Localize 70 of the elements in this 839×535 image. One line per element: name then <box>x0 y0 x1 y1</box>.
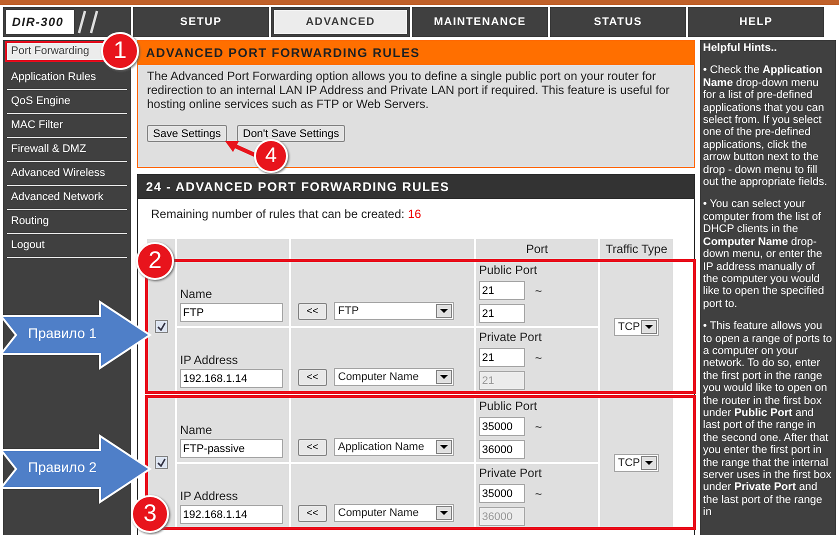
settings-button[interactable]: Don't Save Settings <box>236 125 346 142</box>
caret-icon <box>436 506 452 520</box>
field-label: Name <box>180 287 214 301</box>
text-field[interactable]: FTP-passive <box>180 439 283 458</box>
range-separator: ~ <box>535 486 542 500</box>
caret-icon <box>641 456 657 470</box>
sidebar-item[interactable]: QoS Engine <box>7 90 127 114</box>
column-header: Traffic Type <box>600 239 673 259</box>
hint-text: • You can select your computer from the list of DHCP clients in the Computer Name drop-down menu, or enter the IP address manually of the computer you would like to open the specified port to. <box>703 198 826 310</box>
text-field[interactable]: 21 <box>479 304 525 323</box>
caret-icon <box>436 304 452 318</box>
checkbox[interactable] <box>154 320 168 333</box>
column-header: Port <box>476 239 598 259</box>
range-separator: ~ <box>535 284 542 298</box>
nav-tab[interactable]: ADVANCED <box>271 7 410 37</box>
section-title: ADVANCED PORT FORWARDING RULES <box>137 40 695 64</box>
slashes-icon <box>77 10 99 34</box>
field-label: IP Address <box>180 353 239 367</box>
field-label: Private Port <box>479 330 543 344</box>
caret-icon <box>436 370 452 384</box>
field-label: Public Port <box>479 263 538 277</box>
sidebar-item[interactable]: Firewall & DMZ <box>7 138 127 162</box>
nav-tab[interactable]: MAINTENANCE <box>412 7 548 37</box>
nav-tab[interactable]: SETUP <box>133 7 269 37</box>
text-field[interactable]: 192.168.1.14 <box>180 505 283 524</box>
dropdown[interactable]: TCP <box>614 454 659 472</box>
text-field[interactable]: 35000 <box>479 417 525 436</box>
dropdown[interactable]: FTP <box>334 302 454 320</box>
dropdown[interactable]: Application Name <box>334 438 454 456</box>
nav-tab[interactable]: HELP <box>688 7 824 37</box>
sidebar-item[interactable]: Advanced Network <box>7 186 127 210</box>
sidebar-item[interactable]: MAC Filter <box>7 114 127 138</box>
copy-button[interactable]: << <box>298 303 327 320</box>
field-label: Name <box>180 423 214 437</box>
range-separator: ~ <box>535 350 542 364</box>
caret-icon <box>436 440 452 454</box>
text-field[interactable]: 192.168.1.14 <box>180 369 283 388</box>
caret-icon <box>641 320 657 334</box>
settings-button[interactable]: Save Settings <box>147 125 227 142</box>
sidebar-item[interactable]: Routing <box>7 210 127 234</box>
hints-title: Helpful Hints.. <box>703 42 778 54</box>
step-badge: 3 <box>131 495 169 533</box>
range-separator: ~ <box>535 420 542 434</box>
field-label: Private Port <box>479 466 543 480</box>
dropdown[interactable]: TCP <box>614 318 659 336</box>
text-field[interactable]: 21 <box>479 348 525 367</box>
copy-button[interactable]: << <box>298 369 327 386</box>
dropdown[interactable]: Computer Name <box>334 504 454 522</box>
text-field[interactable]: FTP <box>180 303 283 322</box>
dropdown[interactable]: Computer Name <box>334 368 454 386</box>
section-title: 24 - ADVANCED PORT FORWARDING RULES <box>137 174 695 199</box>
sidebar-item[interactable]: Logout <box>7 234 127 258</box>
text-field[interactable]: 21 <box>479 281 525 300</box>
field-label: IP Address <box>180 489 239 503</box>
callout-label: Правило 1 <box>28 325 97 341</box>
sidebar-item[interactable]: Advanced Wireless <box>7 162 127 186</box>
hint-text: • Check the Application Name drop-down menu for a list of pre-defined applications that you can select from. If you select one of the pre-defined applications, click the arrow button next to the drop - down menu to fill out the appropriate fields. <box>703 64 828 188</box>
field-label: Public Port <box>479 399 538 413</box>
text-field[interactable]: 35000 <box>479 484 525 503</box>
logo: DIR-300 <box>6 10 74 34</box>
checkbox[interactable] <box>154 456 168 469</box>
copy-button[interactable]: << <box>298 439 327 456</box>
remaining-text: Remaining number of rules that can be created: 16 <box>150 206 422 223</box>
copy-button[interactable]: << <box>298 505 327 522</box>
text-field[interactable]: 36000 <box>479 440 525 459</box>
nav-tab[interactable]: STATUS <box>550 7 686 37</box>
pointer-arrow <box>224 140 256 158</box>
callout-label: Правило 2 <box>28 459 97 475</box>
description-text: The Advanced Port Forwarding option allows you to define a single public port on your router for redirection to an internal LAN IP Address and Private LAN port if required. This feature is useful for hosting online services such as FTP or Web Servers. <box>147 69 670 111</box>
hint-text: • This feature allows you to open a range of ports to a computer on your network. To do so, enter the first port in the range you would like to open on the router in the first box under Public Port and last port of the range in the second one. After that you enter the first port in the range that the internal server uses in the first box under Private Port and the last port of the range in <box>703 320 833 519</box>
